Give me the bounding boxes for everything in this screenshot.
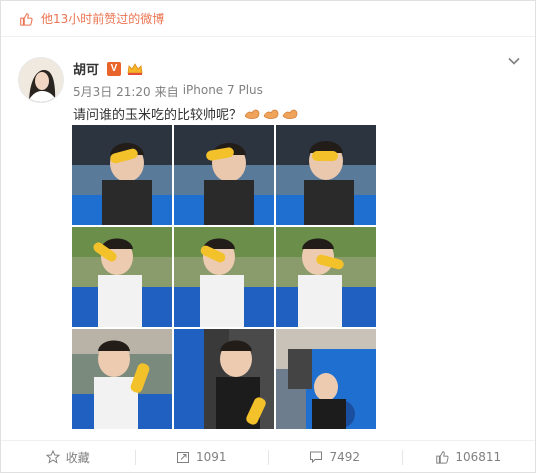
photo-grid: [72, 125, 376, 429]
like-count: 106811: [455, 450, 502, 464]
verified-badge-icon[interactable]: V: [107, 61, 122, 76]
post-photo[interactable]: [174, 125, 274, 225]
weibo-post-card: 他13小时前赞过的微博 胡可 V 5月3日 21:20 来自 iPhone 7 …: [0, 0, 536, 473]
repost-count: 1091: [195, 450, 227, 464]
star-icon: [45, 450, 60, 464]
comment-count: 7492: [329, 450, 361, 464]
post-content: 请问谁的玉米吃的比较帅呢？: [73, 104, 299, 123]
author-name-row: 胡可 V: [73, 59, 144, 78]
muscle-arm-icon: [244, 109, 260, 119]
post-photo[interactable]: [72, 329, 172, 429]
post-photo[interactable]: [276, 329, 376, 429]
source-prefix: 来自: [154, 85, 179, 99]
comment-icon: [310, 451, 323, 464]
post-photo[interactable]: [174, 329, 274, 429]
post-text: 请问谁的玉米吃的比较帅呢？: [73, 108, 243, 123]
favorite-button[interactable]: 收藏: [1, 441, 135, 473]
repost-icon: [176, 452, 189, 463]
thumb-up-icon: [20, 12, 33, 26]
post-timestamp[interactable]: 5月3日 21:20: [73, 83, 151, 100]
post-photo[interactable]: [72, 227, 172, 327]
thumb-up-icon: [436, 451, 449, 464]
post-photo[interactable]: [174, 227, 274, 327]
author-avatar[interactable]: [18, 57, 64, 103]
liked-notice-text: 他13小时前赞过的微博: [41, 12, 165, 26]
chevron-down-icon[interactable]: [507, 54, 521, 68]
post-photo[interactable]: [276, 125, 376, 225]
crown-icon[interactable]: [126, 62, 144, 76]
liked-notice-bar: 他13小时前赞过的微博: [1, 1, 535, 37]
post-photo[interactable]: [72, 125, 172, 225]
post-photo[interactable]: [276, 227, 376, 327]
muscle-arm-icon: [263, 109, 279, 119]
muscle-arm-icon: [282, 109, 298, 119]
post-source: iPhone 7 Plus: [182, 83, 263, 97]
like-button[interactable]: 106811: [401, 441, 536, 473]
comment-button[interactable]: 7492: [268, 441, 402, 473]
author-name[interactable]: 胡可: [73, 59, 99, 78]
post-meta: 5月3日 21:20 来自 iPhone 7 Plus: [73, 83, 263, 100]
favorite-label: 收藏: [65, 450, 90, 465]
repost-button[interactable]: 1091: [134, 441, 269, 473]
post-action-bar: 收藏 1091 7492 106811: [1, 440, 535, 473]
